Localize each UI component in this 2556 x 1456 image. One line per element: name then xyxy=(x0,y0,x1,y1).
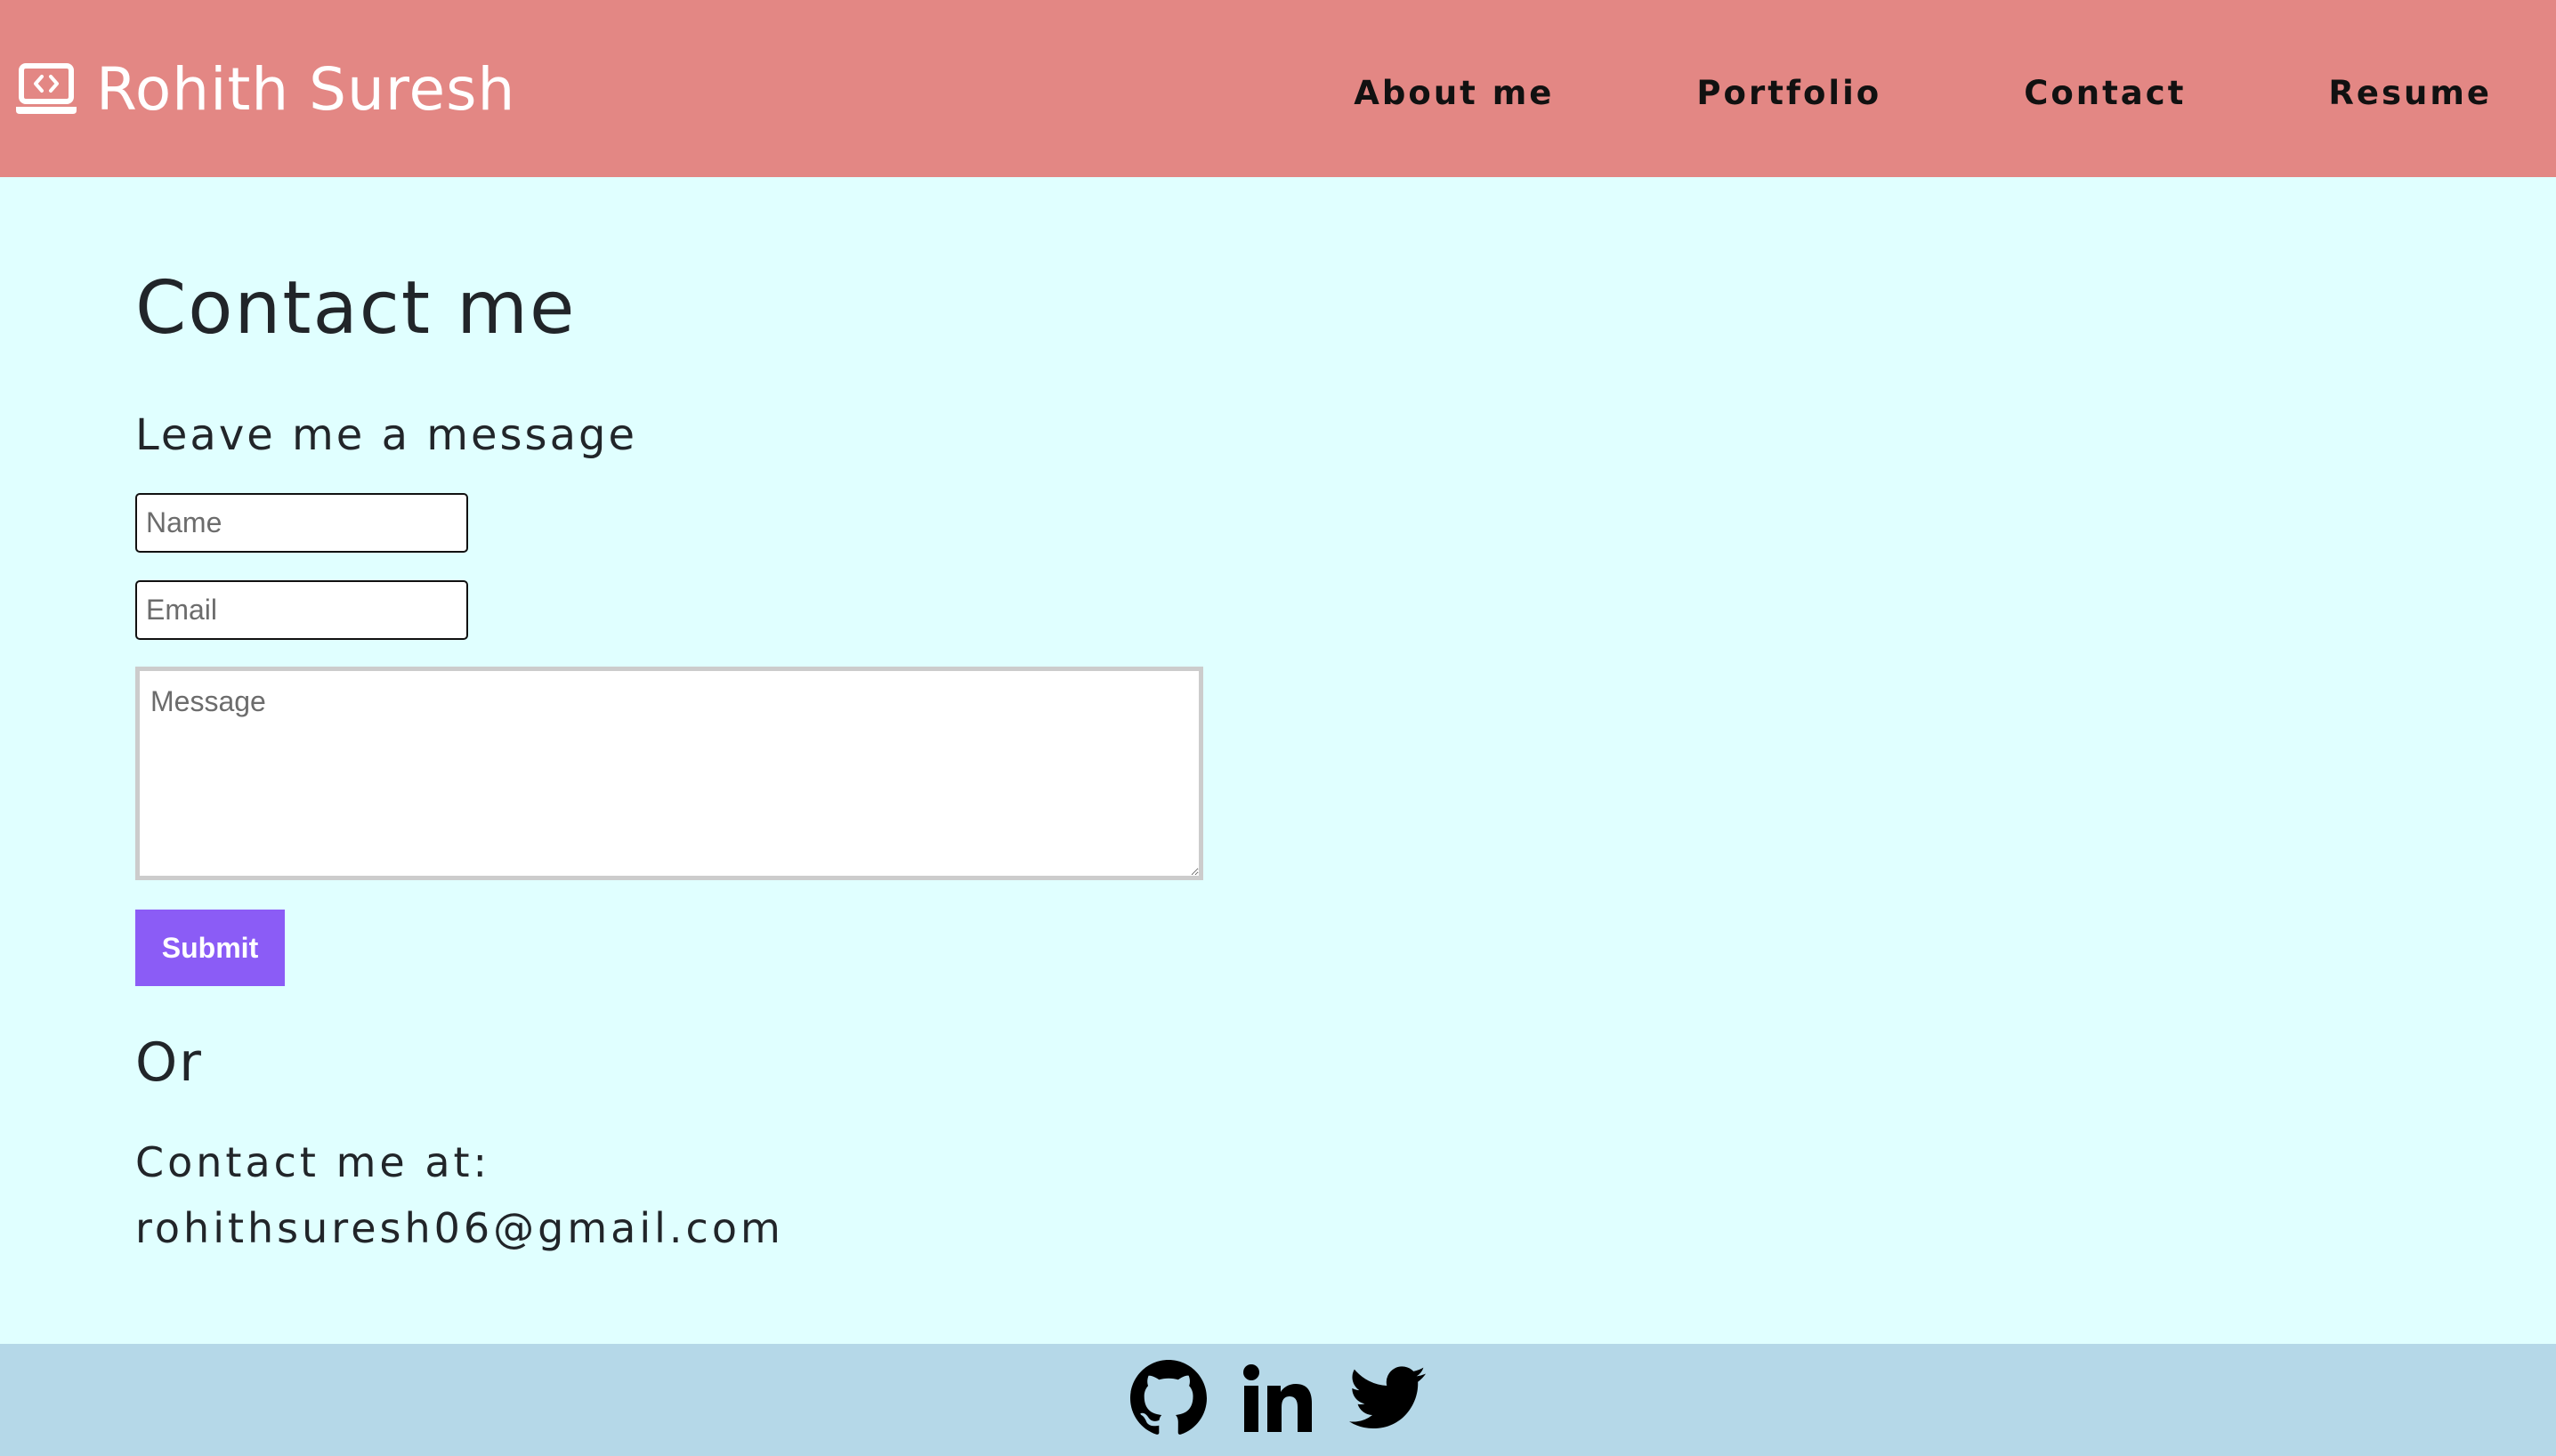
contact-email[interactable]: rohithsuresh06@gmail.com xyxy=(135,1204,784,1252)
twitter-link[interactable] xyxy=(1349,1365,1426,1435)
page-title: Contact me xyxy=(135,266,577,351)
email-input[interactable] xyxy=(135,580,468,640)
linkedin-link[interactable] xyxy=(1242,1363,1314,1438)
github-link[interactable] xyxy=(1130,1359,1207,1441)
brand-link[interactable]: Rohith Suresh xyxy=(14,46,515,132)
nav-resume[interactable]: Resume xyxy=(2328,74,2492,112)
nav-about-me[interactable]: About me xyxy=(1354,74,1554,112)
nav-contact[interactable]: Contact xyxy=(2024,74,2186,112)
laptop-code-icon xyxy=(14,61,78,117)
linkedin-icon xyxy=(1242,1363,1314,1438)
nav-portfolio[interactable]: Portfolio xyxy=(1696,74,1881,112)
contact-label: Contact me at: xyxy=(135,1138,491,1186)
submit-button[interactable]: Submit xyxy=(135,910,285,986)
form-subtitle: Leave me a message xyxy=(135,410,637,460)
github-icon xyxy=(1130,1359,1207,1441)
or-divider-text: Or xyxy=(135,1031,203,1094)
main-nav: About me Portfolio Contact Resume xyxy=(1354,53,2492,132)
site-header: Rohith Suresh About me Portfolio Contact… xyxy=(0,0,2556,177)
site-footer xyxy=(0,1344,2556,1456)
brand-name: Rohith Suresh xyxy=(96,54,516,124)
name-input[interactable] xyxy=(135,493,468,553)
message-textarea[interactable] xyxy=(135,667,1203,880)
twitter-icon xyxy=(1349,1365,1426,1435)
